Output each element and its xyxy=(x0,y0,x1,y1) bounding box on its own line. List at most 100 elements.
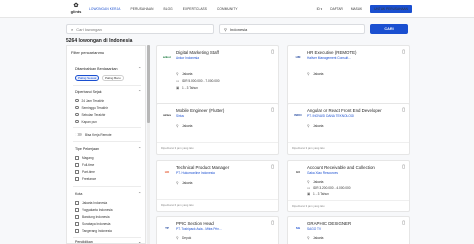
radio-circle-icon xyxy=(75,112,79,117)
checkbox-parttime[interactable]: Part-time xyxy=(75,169,143,174)
location-input[interactable]: ⚲ Indonesia xyxy=(219,24,365,34)
checkbox-city-surabaya[interactable]: Surabaya Indonesia xyxy=(75,221,143,226)
company-logo-text: GX xyxy=(295,170,301,174)
checkbox-label: Freelance xyxy=(82,176,97,181)
divider xyxy=(73,141,141,142)
job-title[interactable]: Account Receivable and Collection xyxy=(307,165,375,170)
register-link[interactable]: DAFTAR xyxy=(330,7,343,11)
salary-text: IDR 3.200.000 - 4.000.000 xyxy=(313,186,351,190)
company-logo-text: ankor xyxy=(162,55,172,59)
employer-button[interactable]: UNTUK PERUSAHAAN xyxy=(370,5,412,13)
chevron-up-icon[interactable]: ⌃ xyxy=(138,89,141,94)
checkbox-city-yogyakarta[interactable]: Yogyakarta Indonesia xyxy=(75,207,143,212)
glints-logo[interactable]: ✿ glints xyxy=(68,3,84,15)
checkbox-internship[interactable]: Magang xyxy=(75,155,143,160)
chevron-down-icon[interactable]: ⌄ xyxy=(138,239,141,244)
job-title[interactable]: PPIC Section Head xyxy=(176,221,214,226)
checkbox-city-bandung[interactable]: Bandung Indonesia xyxy=(75,214,143,219)
job-title[interactable]: GRAPHIC DESIGNER xyxy=(307,221,351,226)
bookmark-icon[interactable]: ▯ xyxy=(402,164,405,170)
divider xyxy=(288,142,409,143)
checkbox-label: Magang xyxy=(82,155,94,160)
updated-time: Diperbarui 6 jam yang lalu xyxy=(161,203,194,207)
job-search-input[interactable]: ⌕ Cari lowongan xyxy=(66,24,214,34)
search-icon: ⌕ xyxy=(71,26,74,32)
company-name[interactable]: Ankor Indonesia xyxy=(176,56,199,60)
job-location: ⚲ Jakarta xyxy=(307,236,323,240)
job-title[interactable]: Digital Marketing Staff xyxy=(176,50,219,55)
radio-label: Seminggu Terakhir xyxy=(81,105,109,110)
filter-scrollbar[interactable] xyxy=(147,45,150,244)
nav-link-community[interactable]: COMMUNITY xyxy=(217,7,238,11)
language-label: ID xyxy=(316,7,320,11)
divider xyxy=(73,237,141,238)
radio-anytime[interactable]: Kapan pun xyxy=(75,119,143,124)
filter-updated-title: Diperbarui Sejak xyxy=(75,90,102,94)
remote-toggle[interactable]: Bisa Kerja Remote xyxy=(75,132,143,137)
top-navbar: ✿ glints LOWONGAN KERJA PERUSAHAAN BLOG … xyxy=(0,0,474,18)
bookmark-icon[interactable]: ▯ xyxy=(271,49,274,55)
checkbox-label: Surabaya Indonesia xyxy=(82,221,111,226)
checkbox-icon xyxy=(75,176,79,181)
job-title[interactable]: Technical Product Manager xyxy=(176,165,229,170)
job-title[interactable]: Mobile Engineer (Flutter) xyxy=(176,108,224,113)
company-name[interactable]: PT. INOVASI DANA TEKNOLOGI xyxy=(307,114,354,118)
checkbox-label: Full-time xyxy=(82,162,95,167)
job-card[interactable]: HO Technical Product Manager PT. Hukumon… xyxy=(156,160,279,212)
chevron-up-icon[interactable]: ⌃ xyxy=(138,191,141,196)
bookmark-icon[interactable]: ▯ xyxy=(271,164,274,170)
nav-link-blog[interactable]: BLOG xyxy=(163,7,172,11)
chevron-up-icon[interactable]: ⌃ xyxy=(138,146,141,151)
checkbox-icon xyxy=(75,155,79,160)
company-logo: ankor xyxy=(161,51,173,63)
experience-text: 1 - 3 Tahun xyxy=(182,86,198,90)
job-card[interactable]: TP PPIC Section Head PT. Toshipack Asia … xyxy=(156,216,279,244)
checkbox-city-tangerang[interactable]: Tangerang Indonesia xyxy=(75,228,143,233)
chevron-up-icon[interactable]: ⌃ xyxy=(138,66,141,71)
pill-most-relevant[interactable]: Paling Sesuai xyxy=(75,75,100,81)
company-logo-text: sirius xyxy=(162,113,171,117)
bookmark-icon[interactable]: ▯ xyxy=(271,220,274,226)
job-card[interactable]: INDO Angular or React Front End Develope… xyxy=(287,103,410,155)
company-name[interactable]: Gaka Xiao Resources xyxy=(307,171,338,175)
nav-link-expertclass[interactable]: EXPERTCLASS xyxy=(183,7,207,11)
checkbox-icon xyxy=(75,162,79,167)
radio-week[interactable]: Seminggu Terakhir xyxy=(75,105,143,110)
location-text: Jakarta xyxy=(182,181,193,185)
company-logo-text: INDO xyxy=(294,113,302,117)
divider xyxy=(73,85,141,86)
job-card[interactable]: SG GRAPHIC DESIGNER SAGO TV ▯ ⚲ Jakarta xyxy=(287,216,410,244)
company-name[interactable]: Sirius xyxy=(176,114,184,118)
bookmark-icon[interactable]: ▯ xyxy=(402,220,405,226)
login-link[interactable]: MASUK xyxy=(351,7,362,11)
job-card[interactable]: sirius Mobile Engineer (Flutter) Sirius … xyxy=(156,103,279,155)
job-title[interactable]: Angular or React Front End Developer xyxy=(307,108,382,113)
radio-label: Kapan pun xyxy=(81,119,97,124)
company-name[interactable]: PT. Toshipack Asia - Mitra Prin... xyxy=(176,227,222,231)
filter-scrollbar-thumb[interactable] xyxy=(147,45,150,123)
language-selector[interactable]: ID ▾ xyxy=(309,7,323,11)
company-name[interactable]: SAGO TV xyxy=(307,227,321,231)
company-logo-text: TP xyxy=(165,226,169,230)
radio-month[interactable]: Sebulan Terakhir xyxy=(75,112,143,117)
checkbox-label: Tangerang Indonesia xyxy=(82,228,112,233)
checkbox-freelance[interactable]: Freelance xyxy=(75,176,143,181)
checkbox-fulltime[interactable]: Full-time xyxy=(75,162,143,167)
search-button[interactable]: CARI xyxy=(370,24,408,34)
checkbox-label: Part-time xyxy=(82,169,95,174)
company-logo-text: HM xyxy=(295,55,301,59)
location-value: Indonesia xyxy=(229,26,248,32)
pill-newest[interactable]: Paling Baru xyxy=(102,75,124,81)
job-title[interactable]: HR Executive (REMOTE) xyxy=(307,50,357,55)
job-card[interactable]: GX Account Receivable and Collection Gak… xyxy=(287,160,410,212)
nav-link-jobs[interactable]: LOWONGAN KERJA xyxy=(89,7,121,11)
checkbox-city-jakarta[interactable]: Jakarta Indonesia xyxy=(75,200,143,205)
bookmark-icon[interactable]: ▯ xyxy=(402,107,405,113)
company-name[interactable]: Haliver Management Consult... xyxy=(307,56,351,60)
bookmark-icon[interactable]: ▯ xyxy=(402,49,405,55)
nav-link-companies[interactable]: PERUSAHAAN xyxy=(131,7,154,11)
radio-24h[interactable]: 24 Jam Terakhir xyxy=(75,98,143,103)
company-name[interactable]: PT. Hukumonline Indonesia xyxy=(176,171,215,175)
bookmark-icon[interactable]: ▯ xyxy=(271,107,274,113)
job-location: ⚲ Depok xyxy=(176,236,191,240)
